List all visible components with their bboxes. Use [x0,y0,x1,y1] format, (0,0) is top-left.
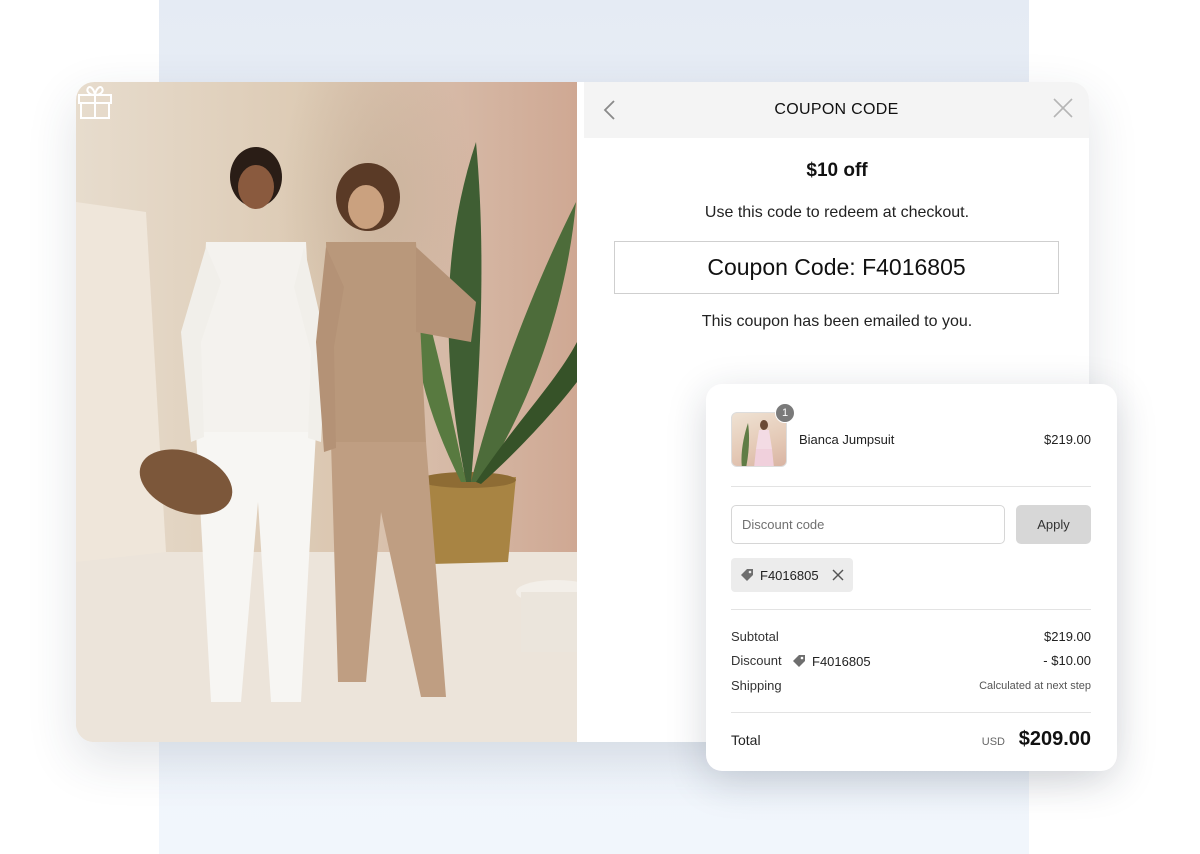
total-label: Total [731,732,761,748]
discount-value: - $10.00 [1043,653,1091,668]
discount-code-text: F4016805 [812,653,871,669]
discount-label: Discount [731,653,782,668]
total-currency: USD [981,736,1005,748]
quantity-badge: 1 [775,403,795,423]
gift-icon [78,86,112,119]
emailed-note: This coupon has been emailed to you. [701,313,973,330]
panel-title: COUPON CODE [774,101,899,118]
tag-icon [793,655,805,667]
product-name: Bianca Jumpsuit [799,432,895,447]
discount-applied-code: F4016805 [791,653,871,669]
panel-header: COUPON CODE [584,82,1089,138]
chevron-left-icon[interactable] [602,99,618,121]
divider [731,609,1091,610]
coupon-code-box[interactable]: Coupon Code: F4016805 [614,241,1059,294]
order-summary-card: 1 Bianca Jumpsuit $219.00 Apply F4016805… [706,384,1117,771]
apply-button[interactable]: Apply [1016,505,1091,544]
applied-coupon-code: F4016805 [760,567,819,583]
subtotal-label: Subtotal [731,629,779,644]
applied-coupon-chip: F4016805 [731,558,853,592]
shipping-label: Shipping [731,678,782,693]
total-value: $209.00 [1018,728,1091,750]
offer-heading: $10 off [806,160,868,181]
product-photo [76,82,577,742]
divider [731,712,1091,713]
shipping-value: Calculated at next step [979,680,1091,692]
redeem-instructions: Use this code to redeem at checkout. [704,204,970,221]
models-illustration [76,142,577,742]
divider [731,486,1091,487]
product-price: $219.00 [1044,432,1091,447]
discount-code-input[interactable] [731,505,1005,544]
remove-icon[interactable] [831,568,845,582]
subtotal-value: $219.00 [1044,629,1091,644]
tag-icon [741,569,753,581]
close-icon[interactable] [1051,96,1075,120]
